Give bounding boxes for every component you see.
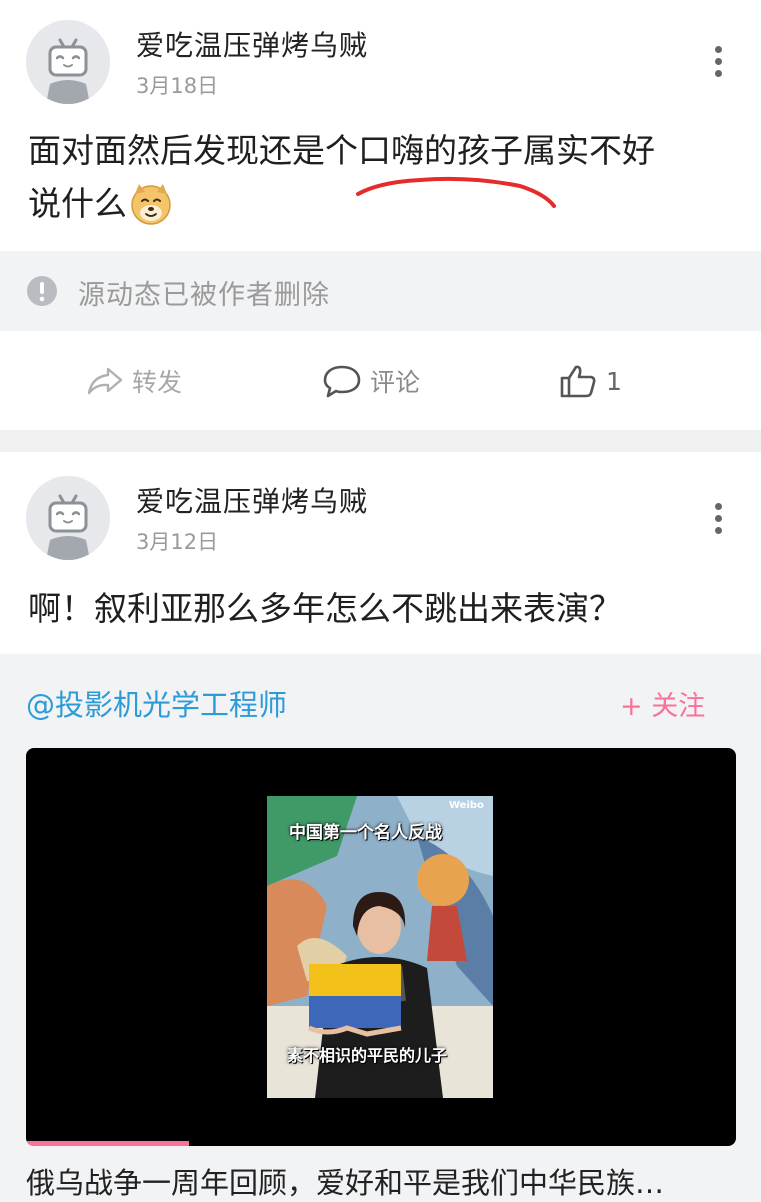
more-icon[interactable] [712,503,724,543]
video-frame: 中国第一个名人反战 素不相识的平民的儿子 Weibo [267,796,493,1098]
video-caption-bottom: 素不相识的平民的儿子 [287,1046,448,1065]
handwritten-underline [356,176,556,208]
comment-button[interactable]: 评论 [322,358,420,404]
video-caption-top: 中国第一个名人反战 [289,823,442,843]
avatar-placeholder-icon [26,476,110,560]
feed-separator [0,430,761,452]
deleted-notice-text: 源动态已被作者删除 [78,280,330,311]
post-text: 啊！叙利亚那么多年怎么不跳出来表演？ [28,589,622,628]
post-card-1: 爱吃温压弹烤乌贼 3月18日 面对面然后发现还是个口嗨的孩子属实不好 说什么 [0,0,761,251]
like-count: 1 [606,366,622,396]
like-button[interactable]: 1 [558,358,622,404]
comment-label: 评论 [370,368,421,397]
username[interactable]: 爱吃温压弹烤乌贼 [136,480,368,520]
more-icon[interactable] [712,46,724,86]
post-card-2: 爱吃温压弹烤乌贼 3月12日 啊！叙利亚那么多年怎么不跳出来表演？ [0,452,761,654]
thumb-up-icon [560,365,596,398]
post-date: 3月12日 [136,530,219,554]
video-player[interactable]: 中国第一个名人反战 素不相识的平民的儿子 Weibo [26,748,736,1146]
share-arrow-icon [87,367,123,395]
username[interactable]: 爱吃温压弹烤乌贼 [136,24,368,64]
original-author-link[interactable]: @投影机光学工程师 [26,682,287,724]
follow-button[interactable]: + 关注 [620,684,705,723]
comment-icon [323,365,361,398]
avatar-placeholder-icon [26,20,110,104]
info-icon [27,276,57,306]
weibo-watermark: Weibo [449,800,484,811]
video-title[interactable]: 俄乌战争一周年回顾，爱好和平是我们中华民族… [26,1160,736,1202]
deleted-source-notice: 源动态已被作者删除 [0,251,761,331]
video-progress-bar[interactable] [26,1141,190,1146]
post-date: 3月18日 [136,74,219,98]
repost-label: 转发 [132,368,183,397]
user-avatar[interactable] [26,476,110,560]
user-avatar[interactable] [26,20,110,104]
repost-button[interactable]: 转发 [86,358,182,404]
